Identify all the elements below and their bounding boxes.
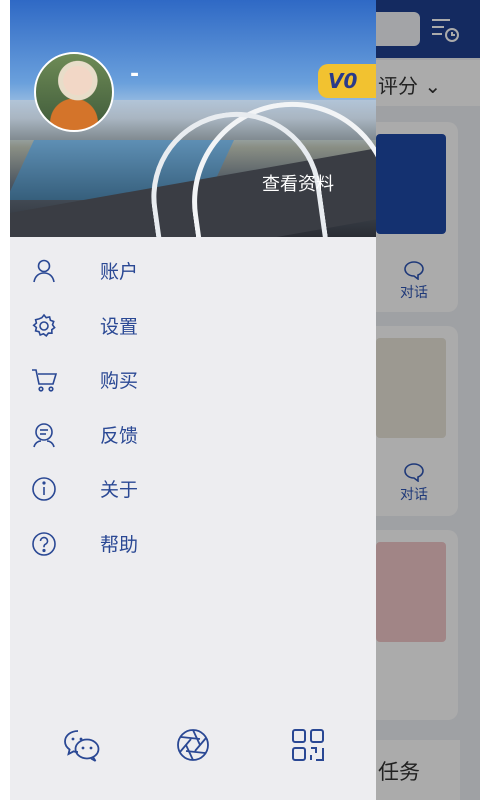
- user-icon: [33, 259, 55, 283]
- avatar[interactable]: [34, 52, 114, 132]
- wechat-icon[interactable]: [62, 725, 102, 765]
- cart-icon: [32, 369, 58, 392]
- qr-code-icon[interactable]: [288, 725, 328, 765]
- menu-item-label: 设置: [100, 315, 139, 338]
- vip-badge[interactable]: V0: [318, 64, 376, 98]
- menu-item-label: 购买: [100, 370, 139, 392]
- menu-item-settings[interactable]: 设置: [10, 298, 376, 353]
- profile-header[interactable]: - V0 查看资料: [10, 0, 376, 237]
- help-icon: [32, 531, 56, 556]
- menu-item-feedback[interactable]: 反馈: [10, 407, 376, 462]
- menu-item-label: 账户: [100, 261, 139, 283]
- menu-item-label: 反馈: [100, 424, 139, 447]
- menu-item-label: 关于: [100, 479, 139, 501]
- menu-item-help[interactable]: 帮助: [10, 516, 376, 571]
- menu-item-purchase[interactable]: 购买: [10, 352, 376, 407]
- menu-item-account[interactable]: 账户: [10, 243, 376, 298]
- menu-item-about[interactable]: 关于: [10, 461, 376, 516]
- username: -: [130, 62, 140, 87]
- bottom-icon-bar: [10, 725, 376, 775]
- menu-item-label: 帮助: [100, 533, 139, 556]
- drawer-menu: 账户 设置 购买 反馈 关于 帮助: [10, 243, 376, 570]
- view-profile-link[interactable]: 查看资料: [262, 170, 334, 196]
- navigation-drawer: - V0 查看资料 账户 设置 购买 反馈 关于 帮助: [10, 0, 376, 800]
- gear-icon: [32, 313, 56, 337]
- aperture-icon[interactable]: [173, 725, 213, 765]
- info-icon: [32, 477, 56, 501]
- left-edge: [0, 0, 10, 800]
- feedback-icon: [33, 422, 55, 447]
